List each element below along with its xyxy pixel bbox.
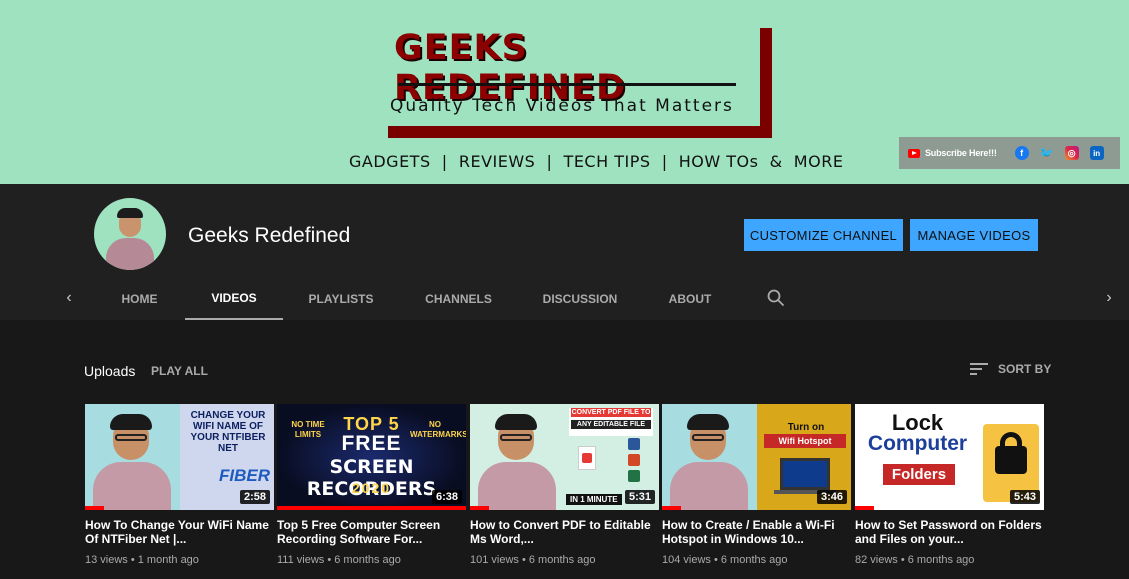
video-card[interactable]: Lock Computer Folders 5:43 How to Set Pa… (855, 404, 1044, 566)
video-title[interactable]: How To Change Your WiFi Name Of NTFiber … (85, 518, 274, 546)
facebook-icon[interactable]: f (1014, 146, 1029, 160)
subscribe-here-text: Subscribe Here!!! (925, 148, 997, 158)
uploads-header: Uploads PLAY ALL SORT BY (0, 360, 1129, 384)
uploads-title: Uploads (84, 363, 136, 379)
banner-categories: GADGETS | REVIEWS | TECH TIPS | HOW TOs … (349, 152, 844, 171)
thumb-heading: CONVERT PDF FILE TO (571, 408, 651, 417)
thumb-text: Turn on (787, 422, 825, 433)
video-title[interactable]: How to Set Password on Folders and Files… (855, 518, 1044, 546)
channel-header: Geeks Redefined CUSTOMIZE CHANNEL MANAGE… (0, 184, 1129, 320)
video-duration: 6:38 (431, 490, 462, 504)
video-duration: 5:43 (1009, 490, 1040, 504)
sort-by-button[interactable]: SORT BY (970, 362, 1051, 376)
presenter-hair (110, 414, 152, 430)
thumb-brand: FIBER (219, 466, 270, 485)
pdf-file-icon (578, 446, 596, 470)
manage-videos-button[interactable]: MANAGE VIDEOS (910, 219, 1038, 251)
excel-icon (628, 470, 640, 482)
powerpoint-icon (628, 454, 640, 466)
thumb-minute-label: IN 1 MINUTE (566, 494, 622, 505)
presenter-hair (687, 414, 729, 430)
video-thumbnail[interactable]: CONVERT PDF FILE TO ANY EDITABLE FILE IN… (470, 404, 659, 510)
video-meta: 13 views • 1 month ago (85, 554, 199, 566)
presenter-hair (495, 414, 537, 430)
presenter-image (93, 414, 171, 510)
banner-tagline: Quality Tech Videos That Matters (390, 96, 734, 116)
channel-tabs: ‹ HOME VIDEOS PLAYLISTS CHANNELS DISCUSS… (0, 277, 1129, 320)
video-title[interactable]: How to Convert PDF to Editable Ms Word,.… (470, 518, 659, 546)
video-card[interactable]: Turn on Wifi Hotspot 3:46 How to Create … (662, 404, 851, 566)
avatar-body (106, 238, 154, 270)
thumb-subheading: ANY EDITABLE FILE (571, 420, 651, 429)
tab-home[interactable]: HOME (106, 277, 173, 320)
tab-discussion[interactable]: DISCUSSION (530, 277, 630, 320)
presenter-glasses (115, 434, 147, 441)
twitter-icon[interactable]: 🐦 (1039, 146, 1054, 160)
watch-progress-bar (85, 506, 104, 510)
video-title[interactable]: How to Create / Enable a Wi-Fi Hotspot i… (662, 518, 851, 546)
video-thumbnail[interactable]: NO TIME LIMITS NO WATERMARKS TOP 5 FREE … (277, 404, 466, 510)
office-files-icon (628, 438, 642, 486)
thumb-computer-text: Computer (867, 432, 968, 455)
linkedin-icon[interactable]: in (1089, 146, 1104, 160)
presenter-image (478, 414, 556, 510)
video-thumbnail[interactable]: Lock Computer Folders 5:43 (855, 404, 1044, 510)
presenter-glasses (692, 434, 724, 441)
video-meta: 111 views • 6 months ago (277, 554, 401, 566)
presenter-body (93, 462, 171, 510)
video-thumbnail[interactable]: Turn on Wifi Hotspot 3:46 (662, 404, 851, 510)
video-meta: 82 views • 6 months ago (855, 554, 975, 566)
watch-progress-bar (277, 506, 466, 510)
watch-progress-bar (662, 506, 681, 510)
youtube-icon (908, 148, 920, 158)
avatar-hair (117, 208, 143, 218)
tab-about[interactable]: ABOUT (657, 277, 723, 320)
tabs-next-arrow-icon[interactable]: › (1100, 289, 1118, 307)
video-thumbnail[interactable]: CHANGE YOUR WIFI NAME OF YOUR NTFIBER NE… (85, 404, 274, 510)
tabs-prev-arrow-icon[interactable]: ‹ (60, 289, 78, 307)
banner-social-links[interactable]: Subscribe Here!!! f 🐦 ◎ in (899, 137, 1120, 169)
tab-channels[interactable]: CHANNELS (410, 277, 507, 320)
padlock-icon (995, 446, 1027, 474)
video-title[interactable]: Top 5 Free Computer Screen Recording Sof… (277, 518, 466, 546)
play-all-button[interactable]: PLAY ALL (151, 364, 208, 378)
banner-divider (398, 83, 736, 86)
thumb-text: CHANGE YOUR WIFI NAME OF YOUR NTFIBER NE… (190, 410, 266, 454)
word-icon (628, 438, 640, 450)
sort-icon (970, 363, 988, 375)
presenter-glasses (500, 434, 532, 441)
video-duration: 5:31 (624, 490, 655, 504)
channel-name: Geeks Redefined (188, 224, 351, 247)
thumb-free-text: FREE (341, 432, 402, 455)
channel-avatar[interactable] (94, 198, 166, 270)
video-card[interactable]: CHANGE YOUR WIFI NAME OF YOUR NTFIBER NE… (85, 404, 274, 566)
watch-progress-bar (855, 506, 874, 510)
customize-channel-button[interactable]: CUSTOMIZE CHANNEL (744, 219, 903, 251)
laptop-icon (780, 458, 830, 490)
search-icon[interactable] (767, 289, 785, 307)
presenter-body (670, 462, 748, 510)
video-meta: 101 views • 6 months ago (470, 554, 596, 566)
instagram-icon[interactable]: ◎ (1064, 146, 1079, 160)
video-meta: 104 views • 6 months ago (662, 554, 788, 566)
video-duration: 3:46 (816, 490, 847, 504)
presenter-image (670, 414, 748, 510)
watch-progress-bar (470, 506, 489, 510)
sort-by-label: SORT BY (998, 362, 1052, 376)
tab-playlists[interactable]: PLAYLISTS (295, 277, 387, 320)
thumb-badge: Wifi Hotspot (764, 434, 846, 448)
channel-banner: GEEKS REDEFINED Quality Tech Videos That… (0, 0, 1129, 184)
video-card[interactable]: CONVERT PDF FILE TO ANY EDITABLE FILE IN… (470, 404, 659, 566)
tab-videos[interactable]: VIDEOS (185, 277, 283, 320)
video-card[interactable]: NO TIME LIMITS NO WATERMARKS TOP 5 FREE … (277, 404, 466, 566)
video-duration: 2:58 (239, 490, 270, 504)
thumb-folders-text: Folders (883, 464, 955, 485)
presenter-body (478, 462, 556, 510)
